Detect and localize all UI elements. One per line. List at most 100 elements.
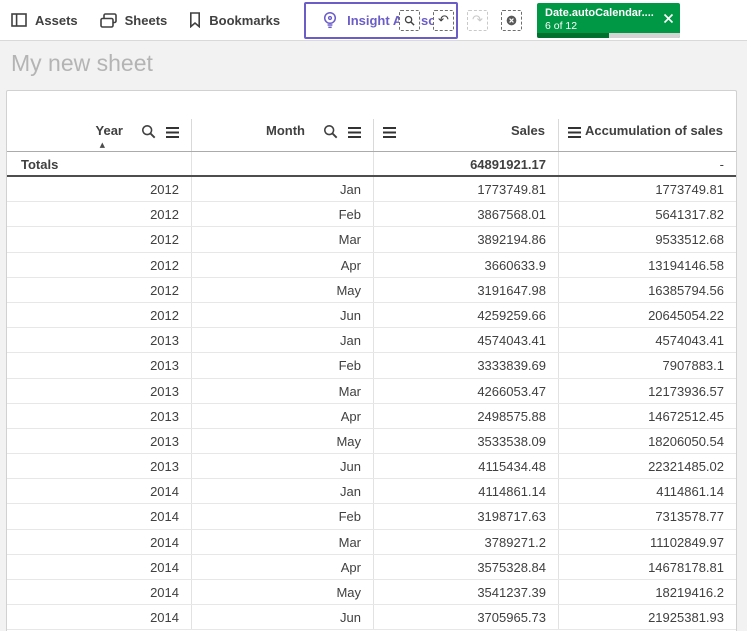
accumulation-cell: 18206050.54 (558, 428, 736, 454)
assets-button[interactable]: Assets (0, 0, 89, 40)
accumulation-cell: 4574043.41 (558, 328, 736, 353)
column-label-sales: Sales (511, 123, 545, 138)
bookmarks-button[interactable]: Bookmarks (178, 0, 291, 40)
totals-accumulation: - (558, 152, 736, 175)
accumulation-cell: 20645054.22 (558, 302, 736, 328)
sales-cell: 4115434.48 (373, 454, 558, 479)
column-header-year[interactable]: Year ▲ (7, 91, 191, 151)
year-cell[interactable]: 2013 (7, 404, 191, 428)
year-cell[interactable]: 2012 (7, 202, 191, 226)
year-cell[interactable]: 2014 (7, 555, 191, 579)
redo-icon: ↷ (472, 13, 483, 28)
table-row: 2014 May 3541237.39 18219416.2 (7, 580, 736, 606)
year-cell[interactable]: 2013 (7, 454, 191, 478)
year-cell[interactable]: 2014 (7, 605, 191, 629)
month-cell[interactable]: Feb (191, 202, 373, 227)
accumulation-cell: 18219416.2 (558, 580, 736, 605)
month-cell[interactable]: Jun (191, 454, 373, 479)
accumulation-cell: 16385794.56 (558, 277, 736, 302)
column-header-accumulation[interactable]: Accumulation of sales (558, 91, 736, 151)
totals-sales: 64891921.17 (373, 152, 558, 175)
sheets-button[interactable]: Sheets (89, 0, 179, 40)
table-row: 2014 Mar 3789271.2 11102849.97 (7, 529, 736, 555)
month-cell[interactable]: Mar (191, 378, 373, 403)
year-cell[interactable]: 2013 (7, 429, 191, 453)
column-header-sales[interactable]: Sales (373, 91, 558, 151)
year-cell[interactable]: 2012 (7, 177, 191, 201)
year-cell[interactable]: 2012 (7, 278, 191, 302)
month-cell[interactable]: Apr (191, 554, 373, 579)
totals-row: Totals 64891921.17 - (7, 152, 736, 177)
month-cell[interactable]: Jan (191, 177, 373, 202)
table-row: 2012 Jun 4259259.66 20645054.22 (7, 302, 736, 329)
accumulation-cell: 14672512.45 (558, 403, 736, 428)
year-cell[interactable]: 2013 (7, 328, 191, 352)
column-menu-icon[interactable] (165, 126, 180, 139)
column-menu-icon[interactable] (382, 126, 397, 139)
column-label-year: Year (95, 123, 123, 138)
accumulation-cell: 7313578.77 (558, 504, 736, 529)
month-cell[interactable]: May (191, 580, 373, 605)
selections-search-button[interactable] (399, 10, 420, 31)
column-label-accumulation: Accumulation of sales (585, 123, 723, 138)
year-cell[interactable]: 2012 (7, 303, 191, 327)
table-row: 2013 Jan 4574043.41 4574043.41 (7, 328, 736, 354)
column-menu-icon[interactable] (347, 126, 362, 139)
column-menu-icon[interactable] (567, 126, 582, 139)
column-header-month[interactable]: Month (191, 91, 373, 151)
month-cell[interactable]: Apr (191, 403, 373, 428)
year-cell[interactable]: 2012 (7, 227, 191, 251)
sheet-title: My new sheet (11, 50, 153, 76)
totals-label: Totals (21, 157, 59, 172)
year-cell[interactable]: 2014 (7, 580, 191, 604)
accumulation-cell: 4114861.14 (558, 479, 736, 504)
sales-cell: 3333839.69 (373, 353, 558, 378)
year-cell[interactable]: 2014 (7, 504, 191, 528)
accumulation-cell: 22321485.02 (558, 454, 736, 479)
month-cell[interactable]: Feb (191, 504, 373, 529)
selection-field-name: Date.autoCalendar.... (545, 7, 654, 19)
month-cell[interactable]: May (191, 277, 373, 302)
step-back-button[interactable]: ↶ (433, 10, 454, 31)
month-cell[interactable]: Jan (191, 479, 373, 504)
accumulation-cell: 7907883.1 (558, 353, 736, 378)
month-cell[interactable]: Mar (191, 227, 373, 252)
month-cell[interactable]: Jun (191, 605, 373, 630)
close-icon[interactable] (662, 12, 675, 25)
table-row: 2012 May 3191647.98 16385794.56 (7, 277, 736, 303)
month-cell[interactable]: Feb (191, 353, 373, 378)
year-cell[interactable]: 2014 (7, 479, 191, 503)
sales-cell: 4266053.47 (373, 378, 558, 403)
sales-cell: 3660633.9 (373, 252, 558, 277)
sales-cell: 3191647.98 (373, 277, 558, 302)
accumulation-cell: 9533512.68 (558, 227, 736, 252)
month-cell[interactable]: Jan (191, 328, 373, 353)
table-row: 2013 Feb 3333839.69 7907883.1 (7, 353, 736, 379)
table-row: 2014 Jun 3705965.73 21925381.93 (7, 605, 736, 631)
year-cell[interactable]: 2013 (7, 379, 191, 403)
totals-month (191, 152, 373, 175)
accumulation-cell: 14678178.81 (558, 554, 736, 579)
selection-chip[interactable]: Date.autoCalendar.... 6 of 12 (537, 3, 680, 38)
sheets-label: Sheets (124, 12, 168, 28)
year-cell[interactable]: 2013 (7, 353, 191, 377)
accumulation-cell: 1773749.81 (558, 177, 736, 202)
search-icon[interactable] (323, 124, 338, 139)
month-cell[interactable]: Mar (191, 529, 373, 554)
search-icon[interactable] (141, 124, 156, 139)
year-cell[interactable]: 2012 (7, 253, 191, 277)
month-cell[interactable]: Apr (191, 252, 373, 277)
accumulation-cell: 13194146.58 (558, 252, 736, 277)
table-row: 2014 Feb 3198717.63 7313578.77 (7, 504, 736, 530)
month-cell[interactable]: May (191, 428, 373, 454)
table-header-row: Year ▲ Month Sales Accumulation of sales (7, 91, 736, 152)
step-forward-button[interactable]: ↷ (467, 10, 488, 31)
month-cell[interactable]: Jun (191, 302, 373, 328)
bookmark-icon (189, 12, 201, 28)
sales-cell: 4259259.66 (373, 302, 558, 328)
sales-cell: 3892194.86 (373, 227, 558, 252)
top-toolbar: Assets Sheets Bookmarks Insight Advisor (0, 0, 747, 41)
year-cell[interactable]: 2014 (7, 530, 191, 554)
sales-cell: 2498575.88 (373, 403, 558, 428)
clear-selections-button[interactable] (501, 10, 522, 31)
